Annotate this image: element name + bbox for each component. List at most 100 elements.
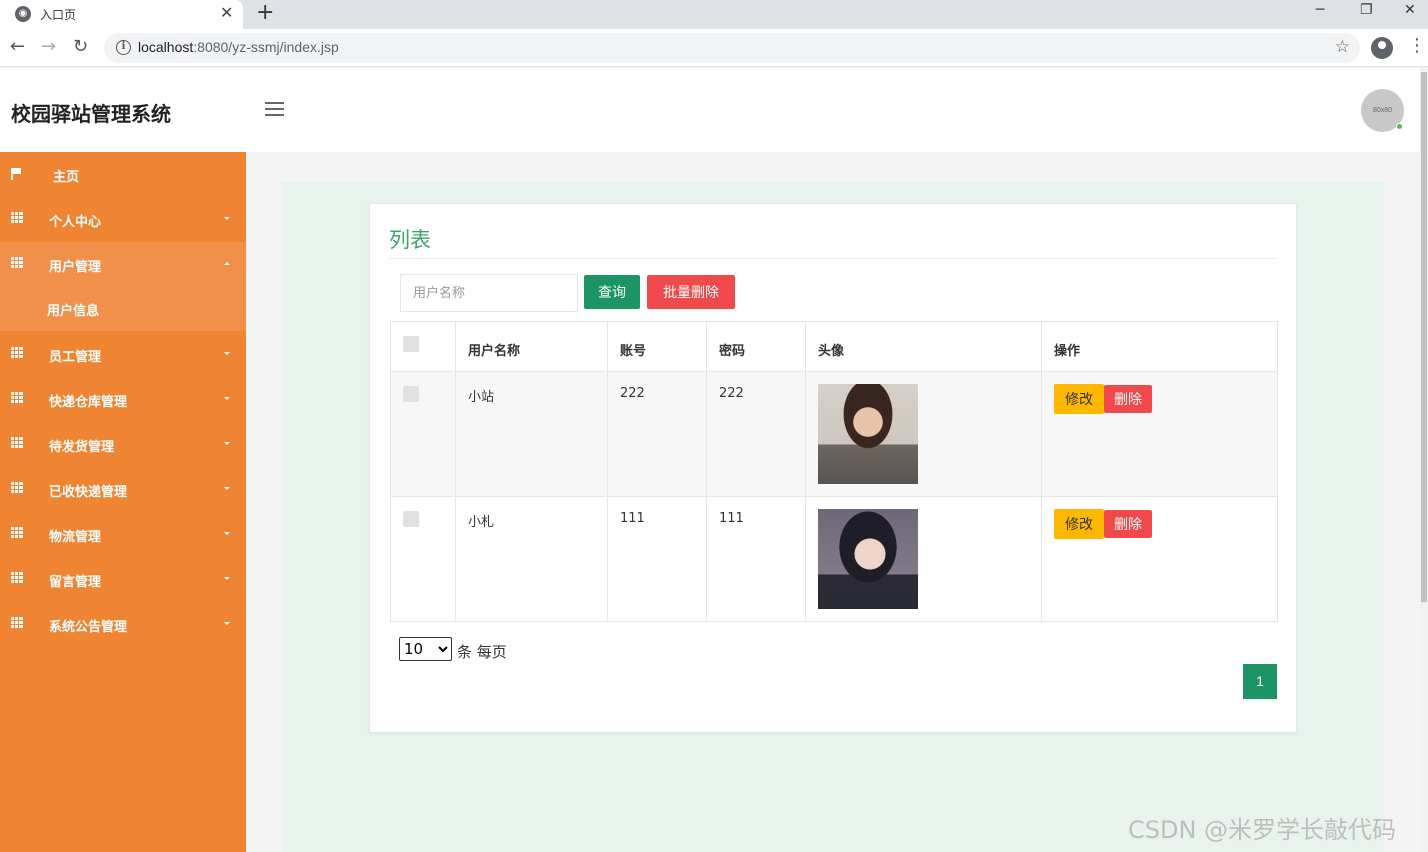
info-icon[interactable]: i (116, 40, 131, 55)
close-icon[interactable]: ✕ (220, 3, 233, 22)
grid-icon (11, 437, 23, 448)
sidebar-item-label: 主页 (53, 170, 80, 185)
caret-down-icon (224, 577, 230, 580)
list-card: 列表 查询 批量删除 用户名称 账号 密码 头像 操作 小站 222 222 (369, 203, 1297, 733)
globe-icon: ◉ (15, 6, 31, 22)
window-close-icon[interactable]: ✕ (1404, 2, 1416, 18)
address-bar[interactable]: i localhost:8080/yz-ssmj/index.jsp ☆ (104, 33, 1360, 63)
online-status-dot (1396, 123, 1403, 130)
user-avatar-photo (818, 509, 918, 609)
account-cell: 111 (607, 496, 707, 622)
column-header[interactable]: 头像 (805, 321, 1042, 372)
password-cell: 222 (706, 371, 806, 497)
column-header[interactable]: 密码 (706, 321, 806, 372)
grid-icon (11, 572, 23, 583)
column-header[interactable]: 操作 (1041, 321, 1278, 372)
row-checkbox[interactable] (403, 511, 419, 527)
url-text: localhost:8080/yz-ssmj/index.jsp (138, 39, 339, 55)
sidebar-item-label: 待发货管理 (49, 440, 115, 455)
user-avatar-photo (818, 384, 918, 484)
account-cell: 222 (607, 371, 707, 497)
sidebar-item-received-express[interactable]: 已收快递管理 (0, 467, 246, 512)
sidebar-item-home[interactable]: 主页 (0, 152, 246, 197)
checkbox-cell (390, 496, 456, 622)
browser-tab[interactable]: ◉ 入口页 ✕ (0, 0, 243, 29)
sidebar-item-personal-center[interactable]: 个人中心 (0, 197, 246, 242)
tab-title: 入口页 (40, 8, 77, 22)
caret-down-icon (224, 622, 230, 625)
grid-icon (11, 527, 23, 538)
select-all-cell (390, 321, 456, 372)
grid-icon (11, 617, 23, 628)
batch-delete-button[interactable]: 批量删除 (647, 275, 735, 309)
page-size-label: 条 每页 (457, 643, 507, 661)
caret-down-icon (224, 487, 230, 490)
username-cell: 小札 (455, 496, 608, 622)
sidebar-item-label: 留言管理 (49, 575, 102, 590)
sidebar-item-announcements[interactable]: 系统公告管理 (0, 602, 246, 647)
user-table: 用户名称 账号 密码 头像 操作 小站 222 222 修改 删除 小札 111… (390, 321, 1278, 622)
sidebar-item-logistics[interactable]: 物流管理 (0, 512, 246, 557)
app-header: 校园驿站管理系统 80x80 (0, 68, 1420, 152)
edit-button[interactable]: 修改 (1054, 509, 1104, 539)
row-checkbox[interactable] (403, 386, 419, 402)
sidebar-item-label: 员工管理 (49, 350, 102, 365)
caret-down-icon (224, 397, 230, 400)
pagination-page-button[interactable]: 1 (1243, 664, 1277, 699)
table-header-row: 用户名称 账号 密码 头像 操作 (390, 321, 1278, 372)
select-all-checkbox[interactable] (403, 336, 419, 352)
column-header[interactable]: 用户名称 (455, 321, 608, 372)
avatar-cell (805, 371, 1042, 497)
profile-icon[interactable] (1371, 37, 1393, 59)
app-title: 校园驿站管理系统 (11, 102, 171, 126)
sidebar-item-user-management[interactable]: 用户管理 (0, 242, 246, 287)
page-size-select[interactable]: 10 (399, 637, 452, 661)
grid-icon (11, 257, 23, 268)
sidebar-item-label: 物流管理 (49, 530, 102, 545)
browser-tab-bar: ◉ 入口页 ✕ + ─ ❐ ✕ (0, 0, 1428, 29)
delete-button[interactable]: 删除 (1104, 385, 1152, 413)
query-button[interactable]: 查询 (584, 275, 640, 309)
username-cell: 小站 (455, 371, 608, 497)
minimize-icon[interactable]: ─ (1316, 2, 1324, 18)
browser-toolbar: ← → ↻ i localhost:8080/yz-ssmj/index.jsp… (0, 29, 1428, 67)
delete-button[interactable]: 删除 (1104, 510, 1152, 538)
forward-icon[interactable]: → (41, 36, 56, 57)
search-input[interactable] (400, 274, 578, 312)
sidebar-subitem-user-info[interactable]: 用户信息 (0, 286, 246, 331)
sidebar-item-staff-management[interactable]: 员工管理 (0, 332, 246, 377)
grid-icon (11, 212, 23, 223)
plus-icon[interactable]: + (256, 0, 274, 25)
sidebar-item-warehouse-management[interactable]: 快递仓库管理 (0, 377, 246, 422)
scrollbar-thumb[interactable] (1421, 72, 1427, 602)
column-header[interactable]: 账号 (607, 321, 707, 372)
sidebar-item-label: 快递仓库管理 (49, 395, 128, 410)
caret-up-icon (224, 262, 230, 265)
sidebar-subitem-label: 用户信息 (47, 304, 100, 319)
reload-icon[interactable]: ↻ (73, 36, 88, 57)
watermark: CSDN @米罗学长敲代码 (1128, 816, 1397, 844)
caret-down-icon (224, 532, 230, 535)
table-row: 小札 111 111 修改 删除 (390, 496, 1278, 622)
sidebar-item-pending-shipment[interactable]: 待发货管理 (0, 422, 246, 467)
checkbox-cell (390, 371, 456, 497)
sidebar-item-label: 已收快递管理 (49, 485, 128, 500)
back-icon[interactable]: ← (10, 36, 25, 57)
flag-icon (11, 168, 21, 180)
caret-down-icon (224, 352, 230, 355)
hamburger-menu-icon[interactable] (265, 102, 284, 116)
grid-icon (11, 392, 23, 403)
caret-down-icon (224, 217, 230, 220)
divider (389, 258, 1277, 259)
sidebar-item-label: 个人中心 (49, 215, 102, 230)
password-cell: 111 (706, 496, 806, 622)
table-row: 小站 222 222 修改 删除 (390, 371, 1278, 497)
edit-button[interactable]: 修改 (1054, 384, 1104, 414)
restore-icon[interactable]: ❐ (1360, 2, 1373, 18)
avatar-cell (805, 496, 1042, 622)
sidebar-item-messages[interactable]: 留言管理 (0, 557, 246, 602)
star-icon[interactable]: ☆ (1335, 37, 1350, 57)
kebab-menu-icon[interactable]: ⋮ (1408, 35, 1426, 56)
grid-icon (11, 482, 23, 493)
actions-cell: 修改 删除 (1041, 371, 1278, 497)
